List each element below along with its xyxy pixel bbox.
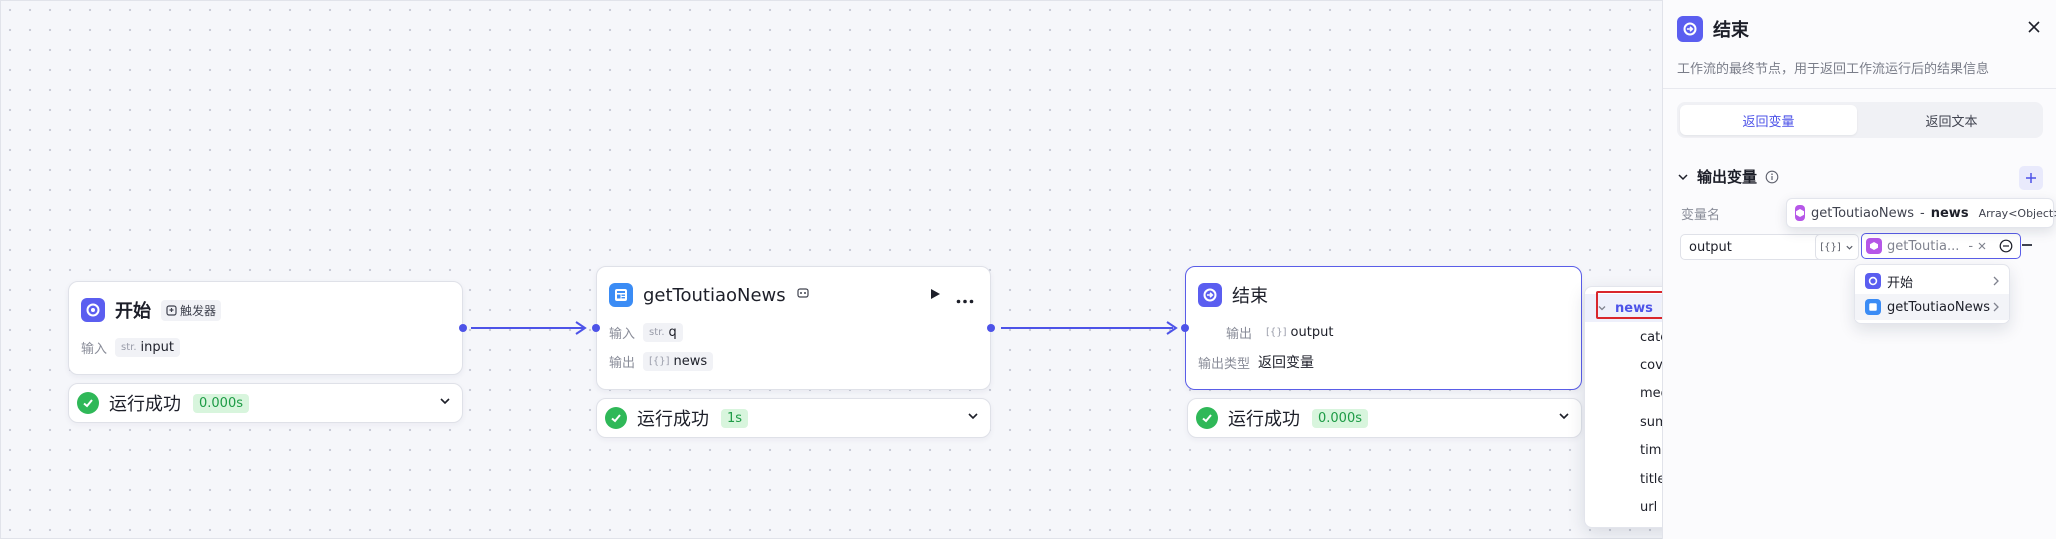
remove-variable-button[interactable]: [2022, 244, 2032, 246]
menu-item-start[interactable]: 开始: [1855, 268, 2009, 294]
chevron-down-icon[interactable]: [438, 394, 452, 412]
input-variable-tag: str. q: [643, 323, 683, 342]
chevron-right-icon: [1991, 301, 2001, 317]
plugin-icon: [1795, 205, 1805, 221]
input-label: 输入: [609, 327, 636, 342]
menu-item-label: 开始: [1887, 275, 1914, 291]
get-toutiao-news-node[interactable]: getToutiaoNews 输入 str. q 输出 [{}] news: [592, 266, 995, 390]
output-variable-name: news: [673, 354, 708, 369]
tooltip-type: Array<Object>: [1978, 206, 2056, 220]
edge-arrow-head: [575, 321, 587, 339]
end-node[interactable]: 结束 输出 [{}] output 输出类型 返回变量: [1181, 266, 1582, 390]
input-variable-name: input: [140, 340, 174, 355]
start-output-port[interactable]: [459, 324, 467, 332]
tooltip-field: news: [1930, 205, 1969, 221]
info-icon[interactable]: [1765, 170, 1779, 184]
plugin-icon: [1866, 238, 1882, 254]
trigger-icon: [166, 304, 177, 316]
reference-separator: -: [1968, 238, 1974, 254]
output-variable-tag: [{}] news: [643, 352, 714, 371]
type-glyph: str.: [121, 342, 137, 353]
add-variable-button[interactable]: [2019, 166, 2043, 190]
trigger-label: 触发器: [180, 303, 217, 318]
status-text: 运行成功: [109, 394, 181, 415]
end-run-status[interactable]: 运行成功 0.000s: [1187, 398, 1582, 438]
tooltip-dash: -: [1920, 205, 1925, 221]
start-icon: [81, 298, 105, 322]
chevron-down-icon[interactable]: [966, 409, 980, 427]
source-node-menu: 开始 getToutiaoNews: [1854, 264, 2010, 324]
input-label: 输入: [81, 342, 108, 357]
menu-item-label: getToutiaoNews: [1887, 299, 1991, 315]
variable-type-select[interactable]: [{}]: [1815, 234, 1859, 260]
status-text: 运行成功: [1228, 409, 1300, 430]
variable-reference-select[interactable]: getToutia... -: [1861, 233, 2021, 259]
chevron-down-icon[interactable]: [1677, 171, 1689, 183]
column-variable-name: 变量名: [1681, 208, 1721, 223]
output-label: 输出: [1226, 327, 1253, 342]
plugin-output-port[interactable]: [987, 324, 995, 332]
type-glyph: str.: [649, 327, 665, 338]
start-icon: [1865, 273, 1881, 289]
clear-icon[interactable]: [1978, 242, 1986, 250]
type-glyph: [{}]: [649, 356, 670, 367]
plus-icon: [2026, 173, 2036, 183]
menu-item-get-toutiao-news[interactable]: getToutiaoNews: [1855, 294, 2009, 320]
input-variable-name: q: [668, 325, 677, 340]
trigger-badge[interactable]: 触发器: [161, 299, 222, 321]
input-variable-tag: str. input: [115, 338, 180, 357]
tab-return-variable[interactable]: 返回变量: [1680, 105, 1857, 135]
success-check-icon: [605, 407, 627, 429]
status-time-badge: 0.000s: [193, 393, 249, 413]
news-plugin-icon: [609, 283, 633, 307]
chevron-right-icon: [1991, 275, 2001, 291]
output-kind-label: 输出类型: [1198, 356, 1251, 372]
success-check-icon: [77, 392, 99, 414]
chevron-down-icon[interactable]: [1557, 409, 1571, 427]
start-node[interactable]: 开始 触发器 输入 str. input: [68, 281, 467, 375]
section-title: 输出变量: [1697, 168, 1758, 186]
output-variable-name: output: [1290, 325, 1334, 340]
status-time-badge: 1s: [721, 408, 749, 428]
divider: [1663, 88, 2056, 89]
end-icon: [1677, 16, 1703, 42]
end-icon: [1198, 283, 1222, 307]
run-node-button[interactable]: [928, 287, 942, 305]
plugin-run-status[interactable]: 运行成功 1s: [596, 398, 991, 438]
news-plugin-icon: [1865, 299, 1881, 315]
variable-picker-icon[interactable]: [1999, 239, 2013, 253]
start-node-title: 开始: [115, 301, 151, 322]
panel-description: 工作流的最终节点，用于返回工作流运行后的结果信息: [1677, 62, 1990, 77]
panel-title: 结束: [1713, 20, 1749, 41]
start-run-status[interactable]: 运行成功 0.000s: [68, 383, 463, 423]
plugin-input-port[interactable]: [592, 324, 600, 332]
status-text: 运行成功: [637, 409, 709, 430]
end-input-port[interactable]: [1181, 324, 1189, 332]
reference-tooltip: getToutiaoNews - news Array<Object>: [1786, 198, 2056, 228]
end-node-title: 结束: [1232, 286, 1268, 307]
type-glyph: [{}]: [1820, 241, 1841, 253]
tree-item-name: url: [1640, 499, 1658, 515]
more-options-icon[interactable]: [956, 292, 974, 308]
plugin-badge-icon: [796, 286, 810, 304]
tab-return-text[interactable]: 返回文本: [1863, 105, 2040, 135]
output-kind-value: 返回变量: [1258, 355, 1315, 371]
success-check-icon: [1196, 407, 1218, 429]
reference-value: getToutia...: [1887, 238, 1960, 254]
plugin-node-title: getToutiaoNews: [643, 284, 786, 306]
chevron-down-icon: [1846, 245, 1853, 250]
output-variables-section-header[interactable]: 输出变量: [1677, 166, 1779, 187]
return-mode-tabs: 返回变量 返回文本: [1677, 102, 2043, 138]
type-glyph: [{}]: [1266, 327, 1287, 338]
close-icon[interactable]: [2027, 20, 2041, 38]
variable-name-input[interactable]: output: [1680, 234, 1826, 260]
status-time-badge: 0.000s: [1312, 408, 1368, 428]
edge-plugin-to-end: [1001, 327, 1173, 329]
edge-arrow-head: [1166, 321, 1178, 339]
edge-start-to-plugin: [471, 327, 583, 329]
tooltip-source: getToutiaoNews: [1811, 205, 1915, 221]
output-variable-tag: [{}] output: [1260, 323, 1339, 342]
output-label: 输出: [609, 356, 636, 371]
